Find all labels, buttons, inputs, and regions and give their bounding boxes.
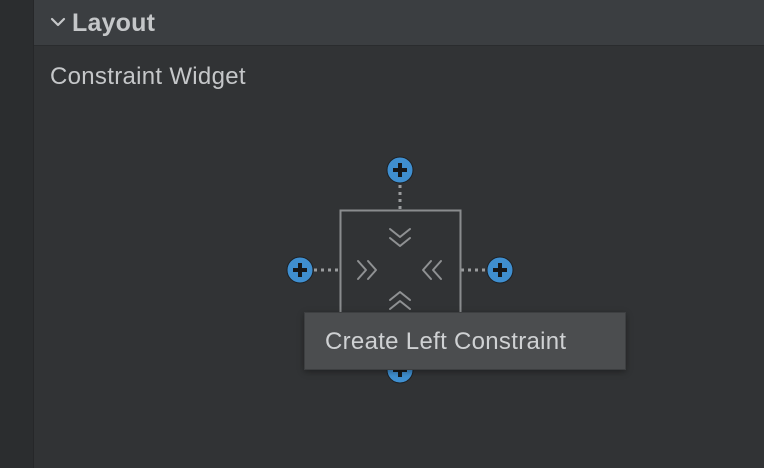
chevrons-right-icon [357,260,377,280]
attributes-panel: Layout Constraint Widget Create Left Con… [0,0,764,468]
add-left-constraint-icon[interactable] [286,256,314,284]
constraint-widget [286,156,514,384]
tooltip: Create Left Constraint [304,312,626,370]
add-top-constraint-icon[interactable] [386,156,414,184]
add-right-constraint-icon[interactable] [486,256,514,284]
chevrons-left-icon [422,260,442,280]
widget-view-box [339,209,462,330]
chevrons-up-icon [389,291,411,310]
chevrons-down-icon [389,228,411,247]
